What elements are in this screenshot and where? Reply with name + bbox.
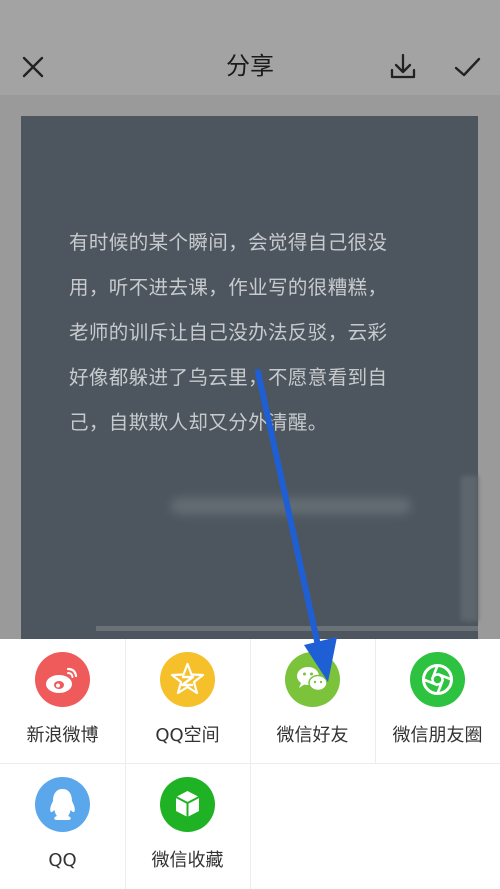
share-sheet: 新浪微博 QQ空间 微信好友 微信朋友圈 QQ 微信收藏 xyxy=(0,639,500,889)
preview-text-line: 老师的训斥让自己没办法反驳，云彩 xyxy=(69,321,388,344)
share-target-label: QQ空间 xyxy=(155,725,220,746)
confirm-button[interactable] xyxy=(448,47,488,87)
moments-icon xyxy=(410,652,465,707)
share-target-label: 微信朋友圈 xyxy=(392,725,483,746)
top-bar: 分享 xyxy=(0,0,500,95)
share-wechat-favorites-button[interactable]: 微信收藏 xyxy=(125,764,250,888)
check-icon xyxy=(454,57,481,77)
download-icon xyxy=(390,53,416,79)
preview-text-line: 用，听不进去课，作业写的很糟糕， xyxy=(69,276,388,299)
weibo-icon xyxy=(35,652,90,707)
share-qzone-button[interactable]: QQ空间 xyxy=(125,639,250,763)
share-target-label: 微信好友 xyxy=(276,725,349,746)
download-button[interactable] xyxy=(383,47,423,87)
wechat-icon xyxy=(285,652,340,707)
card-edge-shadow xyxy=(461,476,478,621)
qzone-icon xyxy=(160,652,215,707)
preview-text-line: 己，自欺欺人却又分外清醒。 xyxy=(69,411,328,434)
page-title: 分享 xyxy=(226,52,274,80)
share-target-label: 新浪微博 xyxy=(26,725,99,746)
share-target-label: QQ xyxy=(48,850,77,871)
qq-icon xyxy=(35,777,90,832)
preview-text-line: 有时候的某个瞬间，会觉得自己很没 xyxy=(69,231,388,254)
share-target-label: 微信收藏 xyxy=(151,850,224,871)
blurred-signature xyxy=(171,498,411,514)
share-wechat-moments-button[interactable]: 微信朋友圈 xyxy=(375,639,500,763)
preview-text: 有时候的某个瞬间，会觉得自己很没 用，听不进去课，作业写的很糟糕， 老师的训斥让… xyxy=(69,220,429,445)
preview-text-line: 好像都躲进了乌云里，不愿意看到自 xyxy=(69,366,388,389)
share-wechat-friend-button[interactable]: 微信好友 xyxy=(250,639,375,763)
card-bottom-divider xyxy=(96,626,478,631)
share-preview-card: 有时候的某个瞬间，会觉得自己很没 用，听不进去课，作业写的很糟糕， 老师的训斥让… xyxy=(21,116,478,656)
share-qq-button[interactable]: QQ xyxy=(0,764,125,888)
wechat-favorites-icon xyxy=(160,777,215,832)
share-weibo-button[interactable]: 新浪微博 xyxy=(0,639,125,763)
